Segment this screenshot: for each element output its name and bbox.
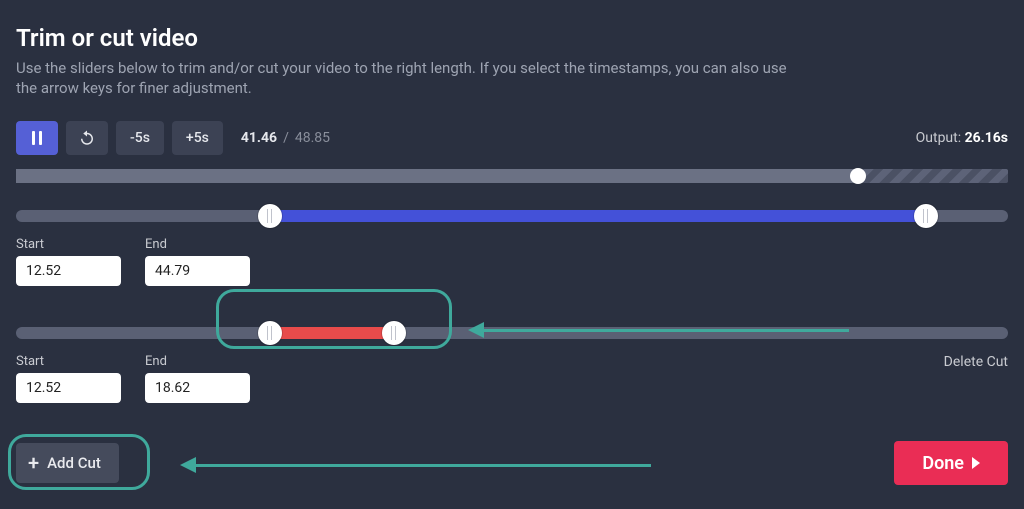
time-readout: 41.46 / 48.85 [241,130,330,146]
progress-fill [16,169,858,183]
delete-cut-link[interactable]: Delete Cut [944,354,1008,370]
video-trim-panel: Trim or cut video Use the sliders below … [0,0,1024,419]
forward-5s-button[interactable]: +5s [172,121,223,155]
cut-end-input[interactable] [145,373,250,403]
add-cut-button[interactable]: + Add Cut [16,443,119,483]
cut-start-label: Start [16,354,121,369]
plus-icon: + [28,453,39,473]
trim-end-label: End [145,237,250,252]
page-title: Trim or cut video [16,24,1008,52]
trim-slider[interactable] [16,203,1008,229]
back-5s-button[interactable]: -5s [116,121,164,155]
trim-start-label: Start [16,237,121,252]
cut-fields: Start End [16,354,1008,403]
cut-track [16,327,1008,339]
playback-controls: -5s +5s 41.46 / 48.85 Output: 26.16s [16,121,1008,155]
cut-slider[interactable] [16,320,1008,346]
trim-fields: Start End [16,237,1008,286]
trim-section: Start End [16,203,1008,286]
output-label: Output: [916,130,961,146]
page-subtitle: Use the sliders below to trim and/or cut… [16,58,796,99]
cut-start-knob[interactable] [258,321,282,345]
time-separator: / [283,130,289,146]
playhead-knob[interactable] [850,168,866,184]
playhead-track[interactable] [16,169,1008,183]
pause-button[interactable] [16,121,58,155]
current-time: 41.46 [241,130,277,146]
trim-end-input[interactable] [145,256,250,286]
rewind-icon [78,129,96,147]
output-readout: Output: 26.16s [916,130,1008,146]
cut-section: Start End Delete Cut [16,320,1008,403]
cut-segment [270,327,394,339]
done-label: Done [922,453,964,474]
done-button[interactable]: Done [894,441,1008,485]
cut-start-input[interactable] [16,373,121,403]
trim-segment [270,210,926,222]
cut-end-label: End [145,354,250,369]
output-value: 26.16s [965,130,1008,146]
cut-end-knob[interactable] [382,321,406,345]
footer-row: + Add Cut Done [16,441,1008,485]
chevron-right-icon [972,457,980,469]
pause-icon [32,131,42,145]
trim-end-knob[interactable] [914,204,938,228]
trim-start-input[interactable] [16,256,121,286]
total-time: 48.85 [295,130,330,146]
trim-start-knob[interactable] [258,204,282,228]
rewind-button[interactable] [66,121,108,155]
add-cut-label: Add Cut [47,454,101,472]
